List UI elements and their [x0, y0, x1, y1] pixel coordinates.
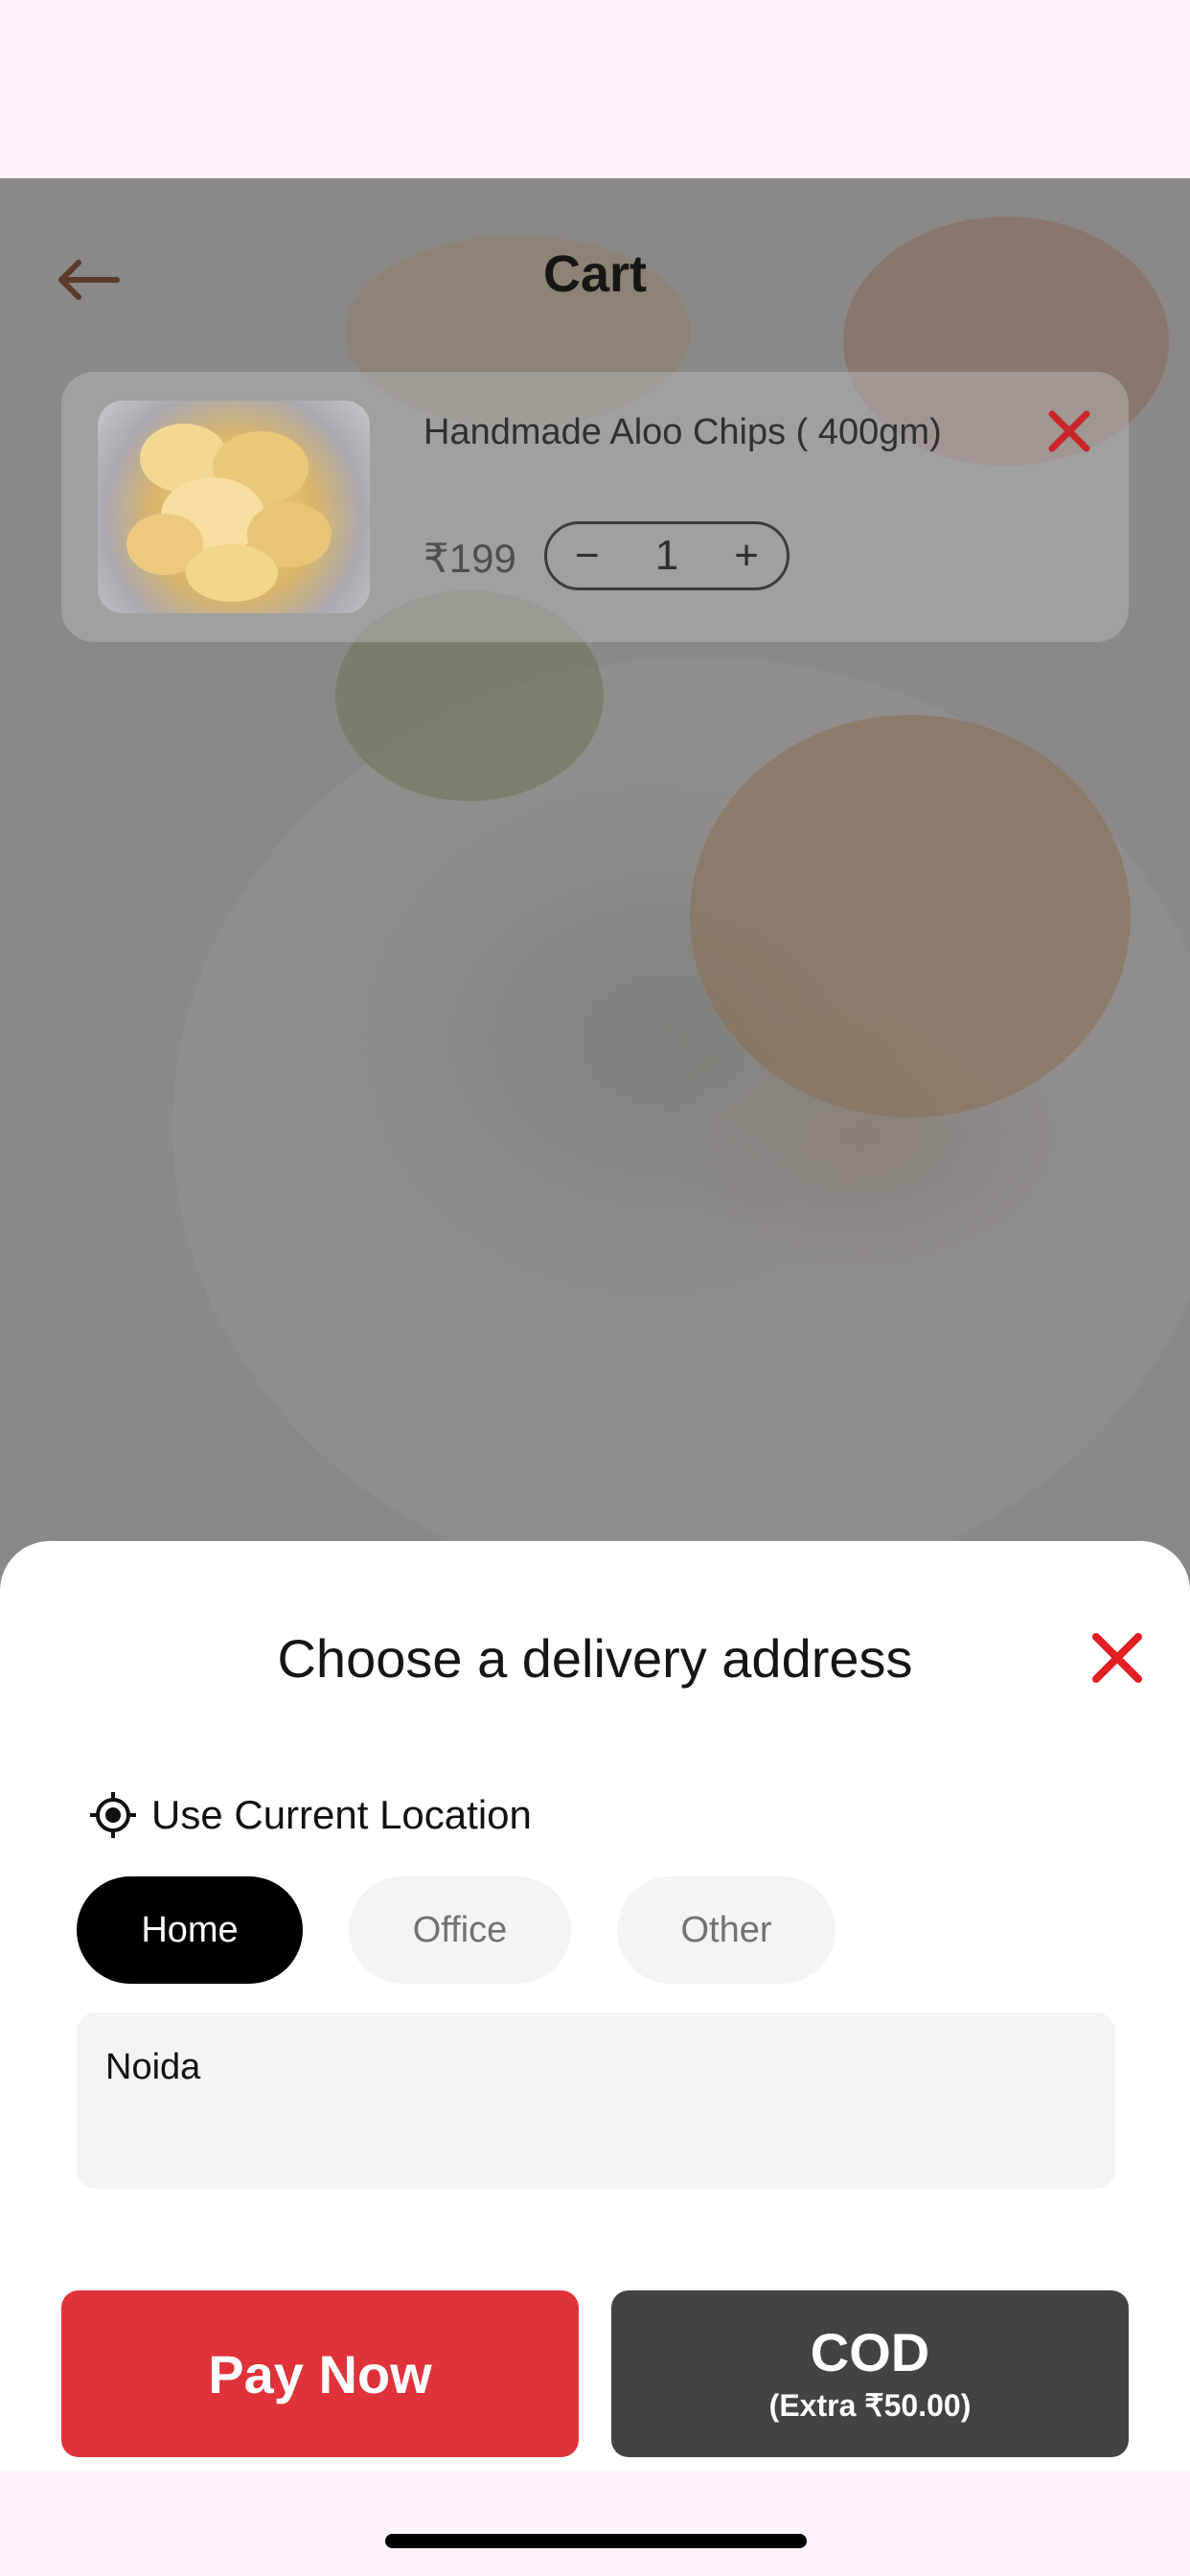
page-title: Cart: [542, 245, 648, 303]
close-icon[interactable]: [1088, 1629, 1146, 1687]
use-location-label: Use Current Location: [151, 1792, 532, 1837]
pay-now-label: Pay Now: [208, 2343, 432, 2404]
address-type-home[interactable]: Home: [77, 1876, 303, 1984]
quantity-value: 1: [654, 532, 679, 579]
status-bar: [0, 0, 1190, 178]
address-type-office[interactable]: Office: [349, 1876, 571, 1984]
increment-button[interactable]: +: [734, 532, 759, 580]
product-name: Handmade Aloo Chips ( 400gm): [423, 412, 942, 452]
quantity-stepper: − 1 +: [544, 521, 790, 590]
home-indicator[interactable]: [385, 2534, 807, 2548]
product-image: [98, 401, 370, 613]
pay-now-button[interactable]: Pay Now: [61, 2290, 579, 2457]
decrement-button[interactable]: −: [575, 532, 600, 580]
address-input[interactable]: Noida: [77, 2012, 1115, 2189]
use-current-location[interactable]: Use Current Location: [88, 1786, 532, 1844]
product-price: ₹199: [423, 536, 516, 581]
cod-button[interactable]: COD (Extra ₹50.00): [611, 2290, 1129, 2457]
chips-image: [126, 424, 332, 602]
sheet-title: Choose a delivery address: [277, 1628, 913, 1689]
cod-extra-charge: (Extra ₹50.00): [768, 2388, 972, 2423]
close-icon[interactable]: [1044, 406, 1094, 456]
cod-label: COD: [810, 2322, 930, 2382]
crosshair-location-icon: [90, 1792, 136, 1838]
address-type-other[interactable]: Other: [617, 1876, 835, 1984]
